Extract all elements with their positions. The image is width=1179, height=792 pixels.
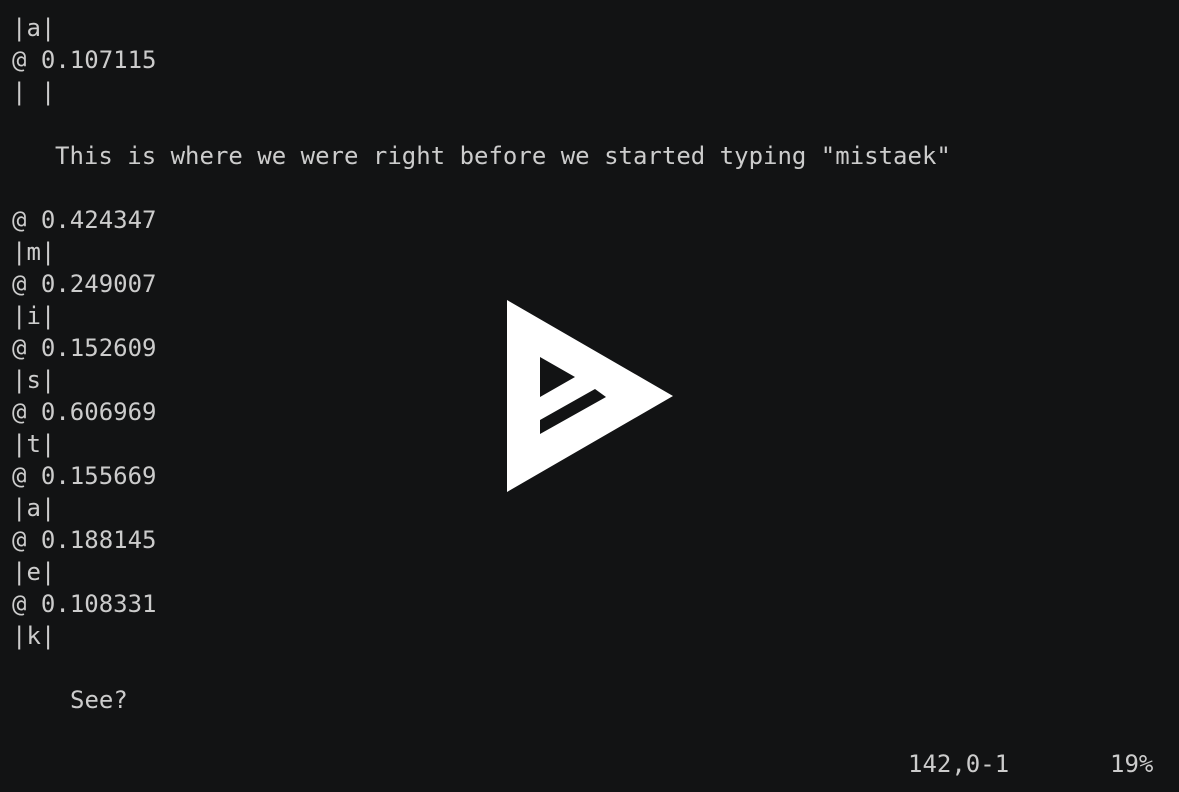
terminal-comment-line: This is where we were right before we st… xyxy=(55,142,951,170)
terminal-line: @ 0.606969 xyxy=(12,398,157,426)
terminal-line: |m| xyxy=(12,238,56,266)
terminal-line: |i| xyxy=(12,302,56,330)
terminal-line: @ 0.108331 xyxy=(12,590,157,618)
play-button[interactable] xyxy=(507,300,673,492)
terminal-line: @ 0.424347 xyxy=(12,206,157,234)
terminal-line: @ 0.107115 xyxy=(12,46,157,74)
terminal-line: |e| xyxy=(12,558,56,586)
terminal-line: |a| xyxy=(12,494,56,522)
asciinema-play-icon xyxy=(507,300,673,492)
terminal-comment-line: See? xyxy=(70,686,128,714)
terminal-line: @ 0.249007 xyxy=(12,270,157,298)
cursor-position: 142,0-1 xyxy=(908,750,1010,778)
terminal-line: |a| xyxy=(12,14,56,42)
terminal-line: @ 0.188145 xyxy=(12,526,157,554)
terminal-window[interactable]: |a| @ 0.107115 | | This is where we were… xyxy=(0,0,1179,792)
terminal-output: |a| @ 0.107115 | | This is where we were… xyxy=(12,12,951,716)
scroll-percent: 19% xyxy=(1110,750,1154,778)
vim-status-line: 142,0-1 19% xyxy=(0,748,1179,780)
terminal-line: |s| xyxy=(12,366,56,394)
terminal-line: | | xyxy=(12,78,56,106)
terminal-line: @ 0.152609 xyxy=(12,334,157,362)
terminal-line: |t| xyxy=(12,430,56,458)
terminal-line: @ 0.155669 xyxy=(12,462,157,490)
terminal-line: |k| xyxy=(12,622,56,650)
